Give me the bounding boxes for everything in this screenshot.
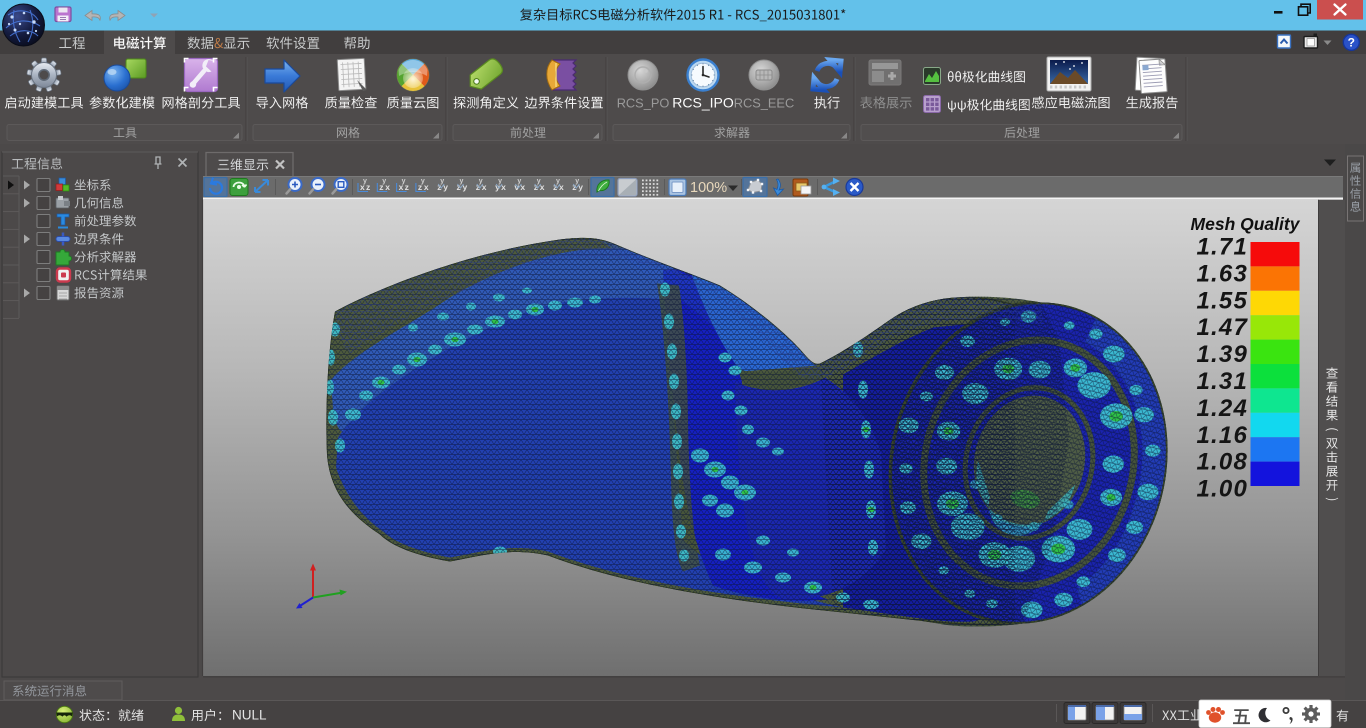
svg-text:RCS_EEC: RCS_EEC <box>734 96 794 111</box>
svg-text:Mesh Quality: Mesh Quality <box>1191 214 1301 234</box>
svg-text:y: y <box>460 178 464 185</box>
svg-text:y: y <box>421 178 425 185</box>
svg-text:y: y <box>537 178 541 185</box>
svg-text:1.47: 1.47 <box>1196 314 1248 341</box>
svg-text:y: y <box>363 178 367 185</box>
svg-text:100%: 100% <box>690 180 727 196</box>
svg-text:RCS_IPO: RCS_IPO <box>672 95 734 111</box>
svg-text:y: y <box>382 178 386 185</box>
svg-text:y: y <box>402 178 406 185</box>
svg-text:y: y <box>479 178 483 185</box>
svg-text:1.71: 1.71 <box>1196 234 1248 261</box>
svg-text:1.31: 1.31 <box>1196 368 1248 395</box>
svg-text:?: ? <box>1348 36 1355 50</box>
svg-text:1.63: 1.63 <box>1196 260 1248 287</box>
svg-text:1.55: 1.55 <box>1196 287 1248 314</box>
svg-text:y: y <box>498 178 502 185</box>
svg-text:1.00: 1.00 <box>1196 476 1248 503</box>
svg-text:1.16: 1.16 <box>1196 422 1248 449</box>
svg-text:y: y <box>575 178 579 185</box>
svg-text:RCS_PO: RCS_PO <box>617 96 670 111</box>
svg-text:y: y <box>556 178 560 185</box>
svg-text:y: y <box>440 178 444 185</box>
svg-text:1.39: 1.39 <box>1196 341 1248 368</box>
svg-text:NULL: NULL <box>232 708 267 723</box>
svg-text:1.08: 1.08 <box>1196 449 1248 476</box>
svg-text:1.24: 1.24 <box>1196 395 1248 422</box>
svg-text:y: y <box>517 178 521 185</box>
